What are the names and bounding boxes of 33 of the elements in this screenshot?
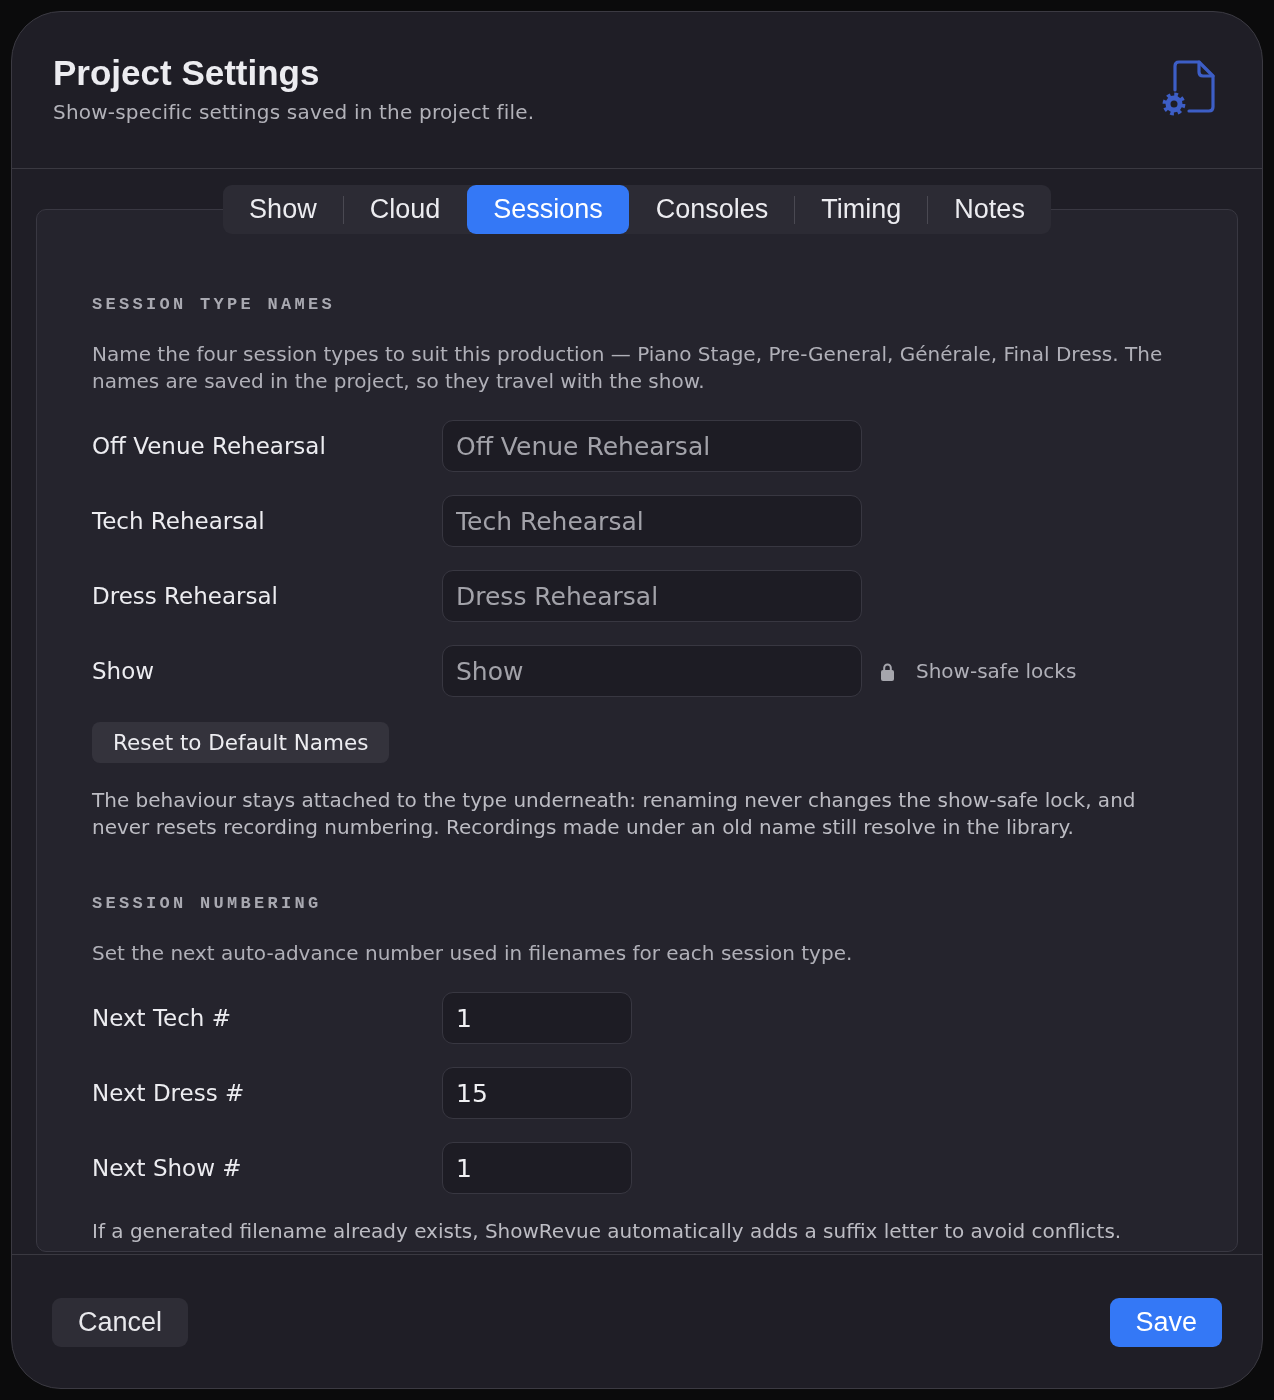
number-field[interactable]: 1: [442, 1142, 632, 1194]
field-label: Off Venue Rehearsal: [92, 432, 326, 460]
tab[interactable]: Cloud: [343, 185, 467, 234]
section-description: Name the four session types to suit this production — Piano Stage, Pre-General, Générale, Final Dress. The names are saved in the project, so they travel with the show.: [92, 341, 1164, 395]
text-field[interactable]: Tech Rehearsal: [442, 495, 862, 547]
field-label: Next Dress #: [92, 1079, 245, 1107]
text-field[interactable]: Show: [442, 645, 862, 697]
field-label: Show: [92, 657, 155, 685]
field-label: Tech Rehearsal: [92, 507, 265, 535]
field-label: Dress Rehearsal: [92, 582, 278, 610]
section-description: Set the next auto-advance number used in filenames for each session type.: [92, 940, 854, 967]
section-note: The behaviour stays attached to the type underneath: renaming never changes the show-safe lock, and never resets recording numbering. Recordings made under an old name still resolve in the library.: [92, 787, 1137, 841]
section-heading: SESSION TYPE NAMES: [92, 294, 336, 316]
document-gear-icon: [1162, 60, 1215, 116]
tab[interactable]: Notes: [928, 185, 1051, 234]
dialog-title: Project Settings: [53, 53, 320, 93]
lock-label: Show-safe locks: [916, 659, 1077, 683]
save-button[interactable]: Save: [1110, 1298, 1222, 1347]
section-note: If a generated filename already exists, ShowRevue automatically adds a suffix letter to avoid conflicts.: [92, 1218, 1123, 1245]
reset-names-button[interactable]: Reset to Default Names: [92, 722, 390, 763]
tab[interactable]: Sessions: [467, 185, 629, 234]
text-field[interactable]: Dress Rehearsal: [442, 570, 862, 622]
text-field[interactable]: Off Venue Rehearsal: [442, 420, 862, 472]
section-heading: SESSION NUMBERING: [92, 893, 322, 915]
cancel-button[interactable]: Cancel: [52, 1298, 189, 1347]
number-field[interactable]: 15: [442, 1067, 632, 1119]
tab[interactable]: Timing: [795, 185, 928, 234]
number-field[interactable]: 1: [442, 992, 632, 1044]
tab[interactable]: Show: [223, 185, 343, 234]
field-label: Next Show #: [92, 1154, 242, 1182]
tab[interactable]: Consoles: [629, 185, 795, 234]
field-label: Next Tech #: [92, 1004, 231, 1032]
dialog-subtitle: Show-specific settings saved in the project file.: [53, 100, 535, 124]
